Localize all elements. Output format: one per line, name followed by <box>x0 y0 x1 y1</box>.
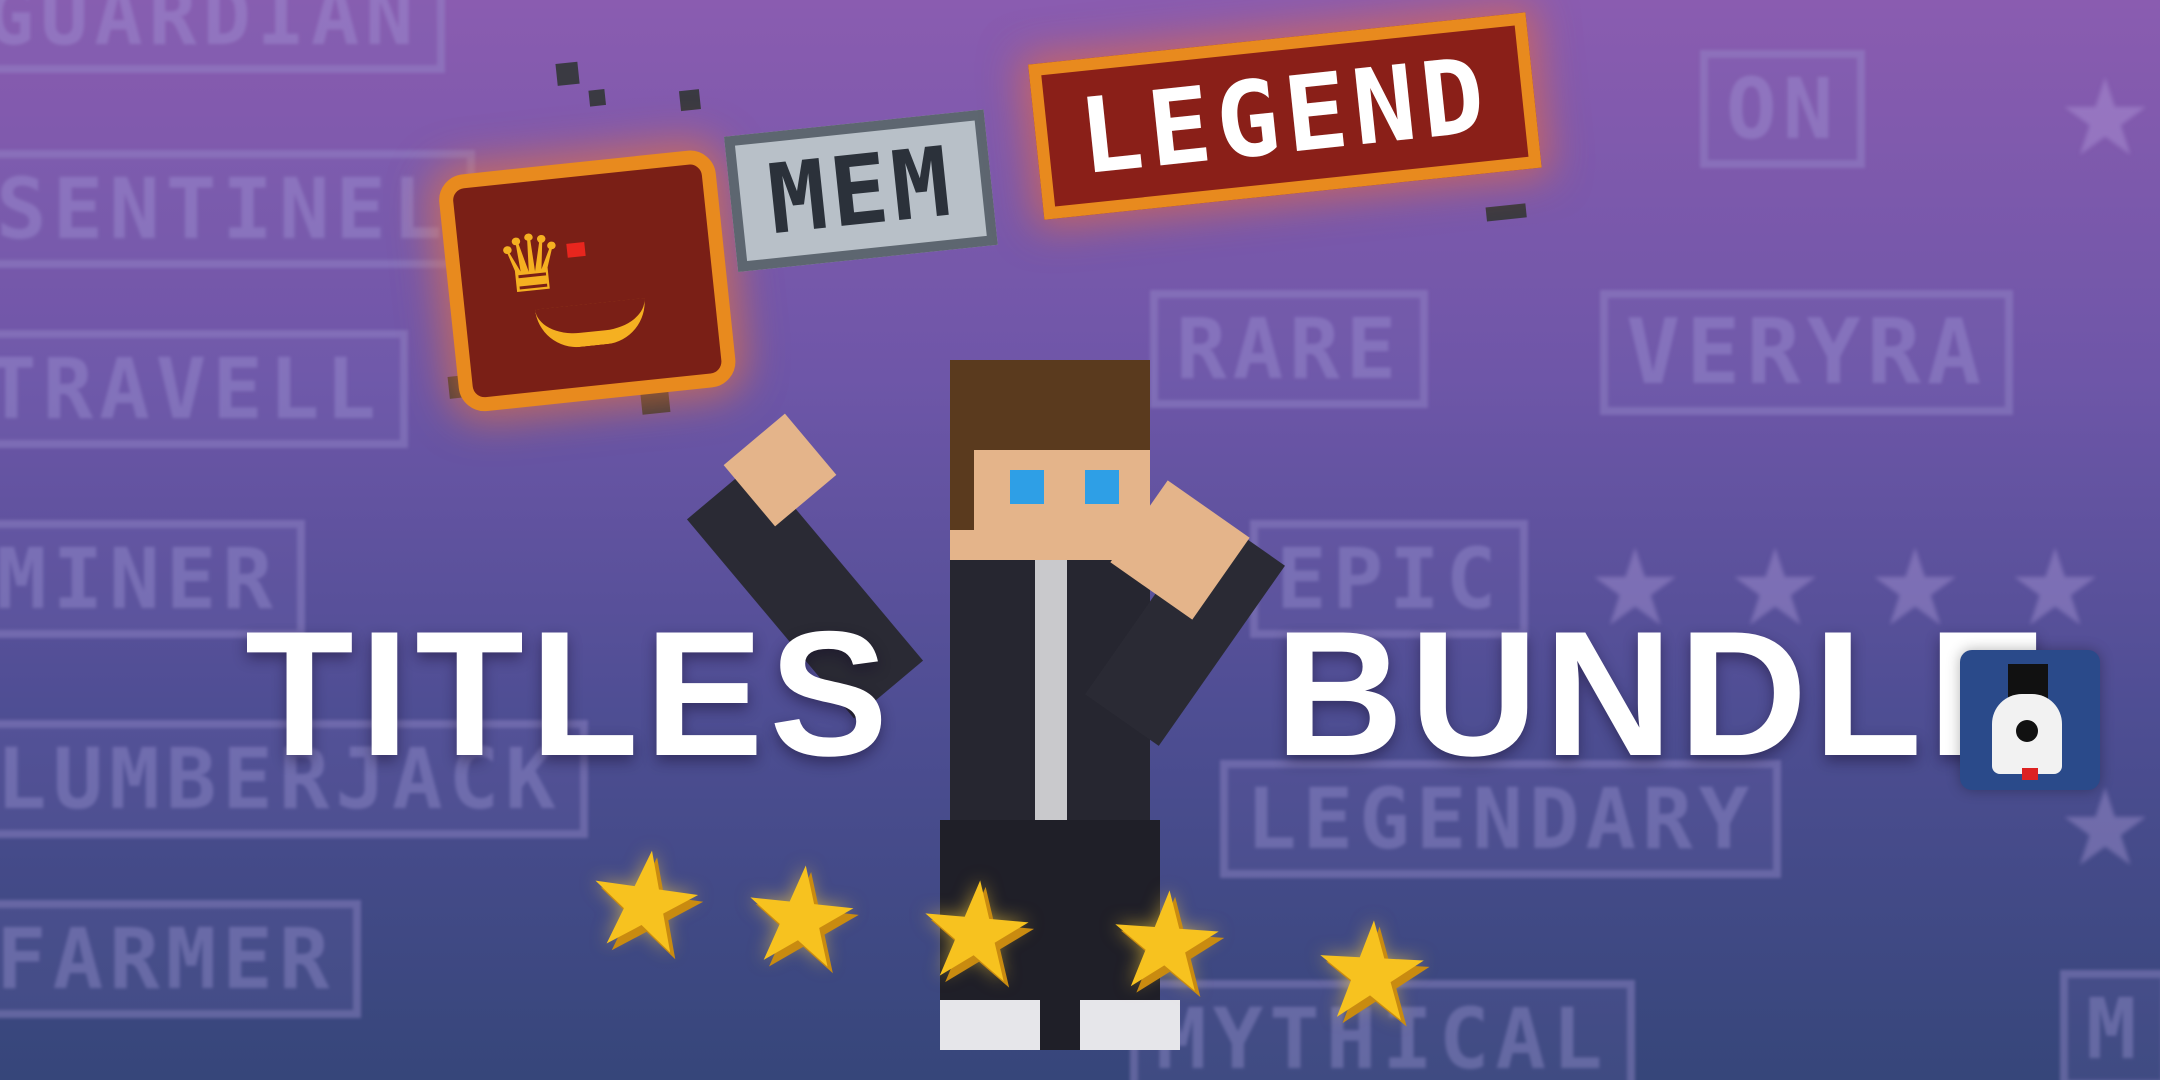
character-eye <box>1010 470 1044 504</box>
character-hair <box>950 360 1150 450</box>
crown-icon: ♛ <box>495 198 566 317</box>
bg-badge-farmer: FARMER <box>0 900 362 1018</box>
legend-tag: LEGEND <box>1028 12 1542 220</box>
ghost-top-hat-icon <box>1960 650 2100 790</box>
bow-tie-icon <box>2022 768 2038 780</box>
thumbnail-canvas: GUARDIAN SENTINEL TRAVELL MINER LUMBERJA… <box>0 0 2160 1080</box>
bg-badge-guardian: GUARDIAN <box>0 0 446 73</box>
character-eye <box>1085 470 1119 504</box>
star-icon: ★ <box>1102 810 1232 1039</box>
bg-badge-travell: TRAVELL <box>0 330 409 448</box>
character-hair-side <box>950 450 974 530</box>
crest-gem <box>566 241 586 258</box>
mem-tag: MEM <box>723 109 999 273</box>
bg-badge-m: M <box>2060 970 2160 1080</box>
crown-crest-icon: ♛ <box>436 147 738 414</box>
star-icon: ★ <box>910 799 1044 1030</box>
bg-star-icon: ★ <box>2060 18 2151 192</box>
star-icon: ★ <box>575 767 720 1002</box>
star-icon: ★ <box>733 783 871 1016</box>
ghost-eye <box>2016 720 2038 742</box>
pixel-particle <box>1485 203 1527 222</box>
title-word-titles: TITLES <box>245 594 895 793</box>
pixel-particle <box>555 61 580 86</box>
pixel-particle <box>588 89 607 107</box>
bg-badge-sentinel: SENTINEL <box>0 150 475 268</box>
pixel-particle <box>678 89 701 112</box>
character-zipper <box>1035 560 1067 820</box>
title-word-bundle: BUNDLE <box>1275 594 2053 793</box>
star-icon: ★ <box>1309 841 1436 1068</box>
